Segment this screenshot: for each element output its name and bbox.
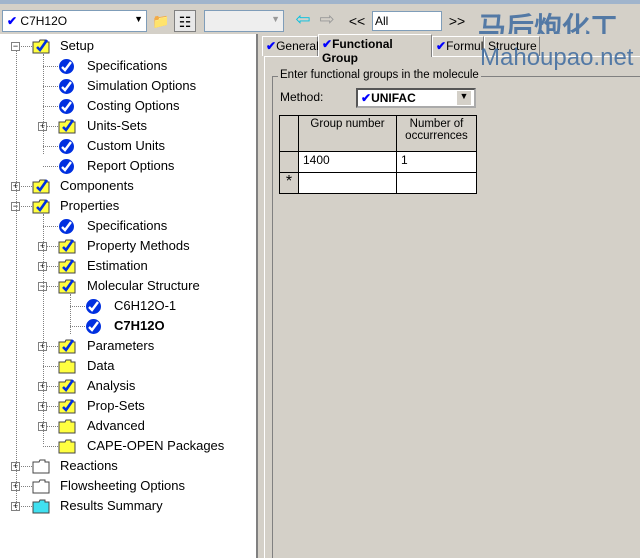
group-number-cell[interactable]: 1400 — [298, 151, 397, 173]
tree-item[interactable]: Setup — [60, 36, 94, 56]
tree-item[interactable]: C7H12O — [114, 316, 165, 336]
tree-item[interactable]: Flowsheeting Options — [60, 476, 185, 496]
check-circle-icon — [58, 218, 76, 234]
new-group-number-cell[interactable] — [298, 172, 397, 194]
check-circle-icon — [85, 318, 103, 334]
folder-check-icon — [58, 398, 76, 414]
check-icon: ✔ — [361, 91, 372, 105]
check-circle-icon — [58, 58, 76, 74]
new-occurrences-cell[interactable] — [396, 172, 477, 194]
tree-item[interactable]: Molecular Structure — [87, 276, 200, 296]
folder-icon — [58, 418, 76, 434]
check-icon: ✔ — [436, 39, 447, 53]
tree-item[interactable]: CAPE-OPEN Packages — [87, 436, 224, 456]
folder-check-icon — [32, 178, 50, 194]
folder-check-icon — [58, 258, 76, 274]
tree-item[interactable]: Parameters — [87, 336, 154, 356]
tree-item[interactable]: Custom Units — [87, 136, 165, 156]
column-header-occurrences: Number of occurrences — [396, 115, 477, 152]
folder-check-icon — [32, 38, 50, 54]
tree-item[interactable]: Simulation Options — [87, 76, 196, 96]
folder-icon — [58, 358, 76, 374]
chevron-down-icon: ▼ — [134, 14, 143, 24]
tree-item[interactable]: Specifications — [87, 216, 167, 236]
tree-item[interactable]: Data — [87, 356, 114, 376]
tree-item[interactable]: Report Options — [87, 156, 174, 176]
tree-item[interactable]: Prop-Sets — [87, 396, 145, 416]
filter-select[interactable]: All — [372, 11, 442, 31]
tree-item[interactable]: Analysis — [87, 376, 135, 396]
object-select-value: C7H12O — [20, 14, 68, 28]
folder-check-icon — [58, 278, 76, 294]
check-circle-icon — [58, 98, 76, 114]
watermark-en: Mahoupao.net — [480, 44, 634, 71]
check-icon: ✔ — [266, 39, 277, 53]
forward-arrow-icon[interactable]: ⇨ — [316, 8, 338, 30]
folder-white-icon — [32, 458, 50, 474]
navigation-tree: − Setup Specifications Simulation Options Co… — [0, 34, 258, 558]
tree-item[interactable]: Property Methods — [87, 236, 190, 256]
tree-item[interactable]: Advanced — [87, 416, 145, 436]
check-circle-icon — [58, 158, 76, 174]
tree-item[interactable]: Results Summary — [60, 496, 163, 516]
folder-check-icon — [58, 338, 76, 354]
chevron-down-icon: ▼ — [271, 14, 280, 24]
tree-item[interactable]: Properties — [60, 196, 119, 216]
group-title: Enter functional groups in the molecule — [278, 69, 481, 81]
folder-check-icon — [58, 118, 76, 134]
tree-item[interactable]: Components — [60, 176, 134, 196]
tab-formula[interactable]: ✔Formula — [432, 36, 490, 56]
window-edge — [0, 0, 640, 4]
tree-toggle-button[interactable]: ☷ — [174, 10, 196, 32]
tree-item[interactable]: Units-Sets — [87, 116, 147, 136]
object-select[interactable]: ✔ C7H12O ▼ — [2, 10, 147, 32]
folder-white-icon — [32, 478, 50, 494]
method-label: Method: — [280, 90, 324, 104]
check-icon: ✔ — [322, 37, 333, 51]
table-row: 1400 1 — [279, 151, 477, 173]
corner-header — [279, 115, 299, 152]
check-circle-icon — [58, 78, 76, 94]
tree-item[interactable]: Costing Options — [87, 96, 180, 116]
blank-select[interactable]: ▼ — [204, 10, 284, 32]
folder-check-icon — [32, 198, 50, 214]
method-select[interactable]: ✔UNIFAC ▼ — [356, 88, 476, 108]
folder-up-button[interactable]: 📁 — [150, 10, 172, 32]
check-circle-icon: ✔ — [7, 14, 18, 28]
column-header-group-number: Group number — [298, 115, 397, 152]
tree-item[interactable]: Reactions — [60, 456, 118, 476]
new-row-marker[interactable]: * — [279, 172, 299, 194]
tree-item[interactable]: Estimation — [87, 256, 148, 276]
tree-item[interactable]: C6H12O-1 — [114, 296, 176, 316]
folder-cyan-icon — [32, 498, 50, 514]
method-value: UNIFAC — [371, 91, 416, 105]
occurrences-cell[interactable]: 1 — [396, 151, 477, 173]
back-arrow-icon[interactable]: ⇦ — [292, 8, 314, 30]
functional-group-table: Group number Number of occurrences 1400 … — [279, 115, 477, 194]
folder-icon — [58, 438, 76, 454]
next-button[interactable]: >> — [446, 10, 468, 32]
check-circle-icon — [58, 138, 76, 154]
new-table-row: * — [279, 172, 477, 194]
check-circle-icon — [85, 298, 103, 314]
tab-functional-group[interactable]: ✔Functional Group — [318, 34, 432, 65]
chevron-down-icon[interactable]: ▼ — [457, 91, 471, 105]
folder-check-icon — [58, 238, 76, 254]
tab-general[interactable]: ✔General — [262, 36, 319, 56]
folder-check-icon — [58, 378, 76, 394]
previous-button[interactable]: << — [346, 10, 368, 32]
row-header[interactable] — [279, 151, 299, 173]
tree-item[interactable]: Specifications — [87, 56, 167, 76]
